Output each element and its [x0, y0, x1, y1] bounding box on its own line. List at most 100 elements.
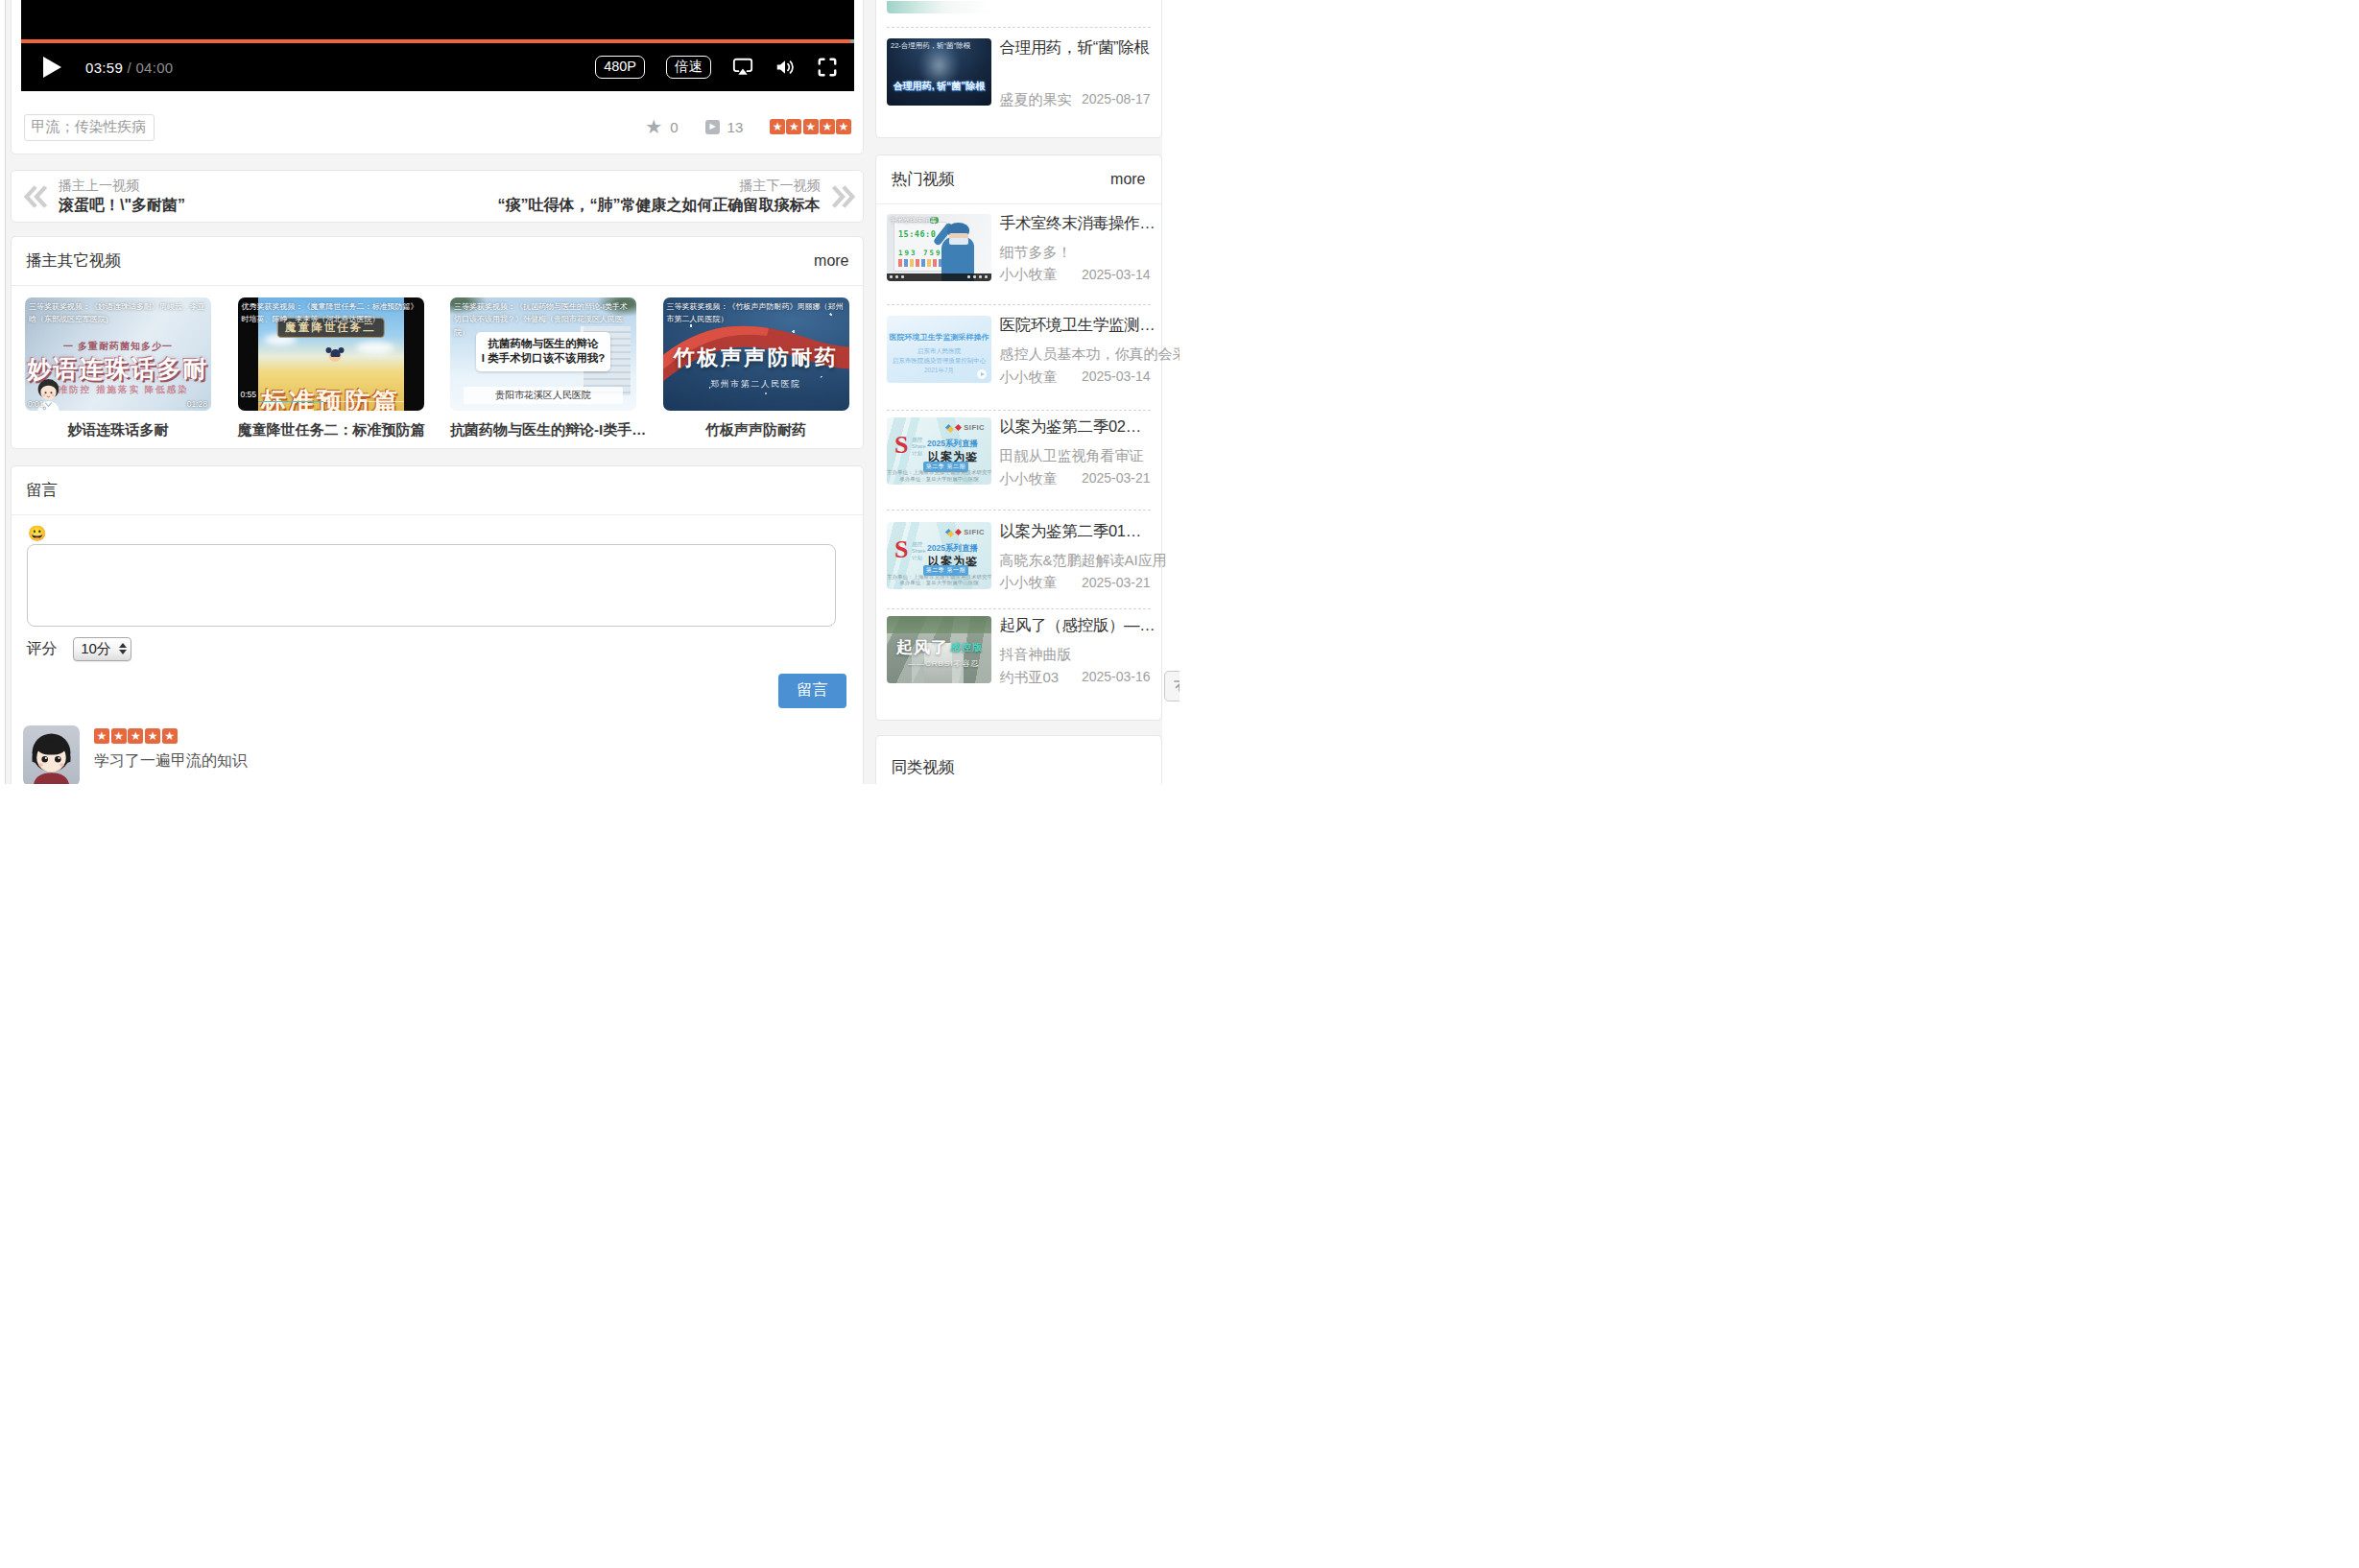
hot-video-title[interactable]: 起风了（感控版）—…	[1000, 615, 1151, 635]
video-tag[interactable]: 甲流；传染性疾病	[24, 114, 155, 141]
thumb-time-end: 01:28	[187, 399, 207, 409]
star-icon: ★	[770, 119, 785, 134]
hot-video-date: 2025-03-14	[1082, 368, 1151, 384]
other-video-thumbnail-3[interactable]: 三等奖获奖视频：《抗菌药物与医生的辩论-I类手术切口该不该用我？》韩健梅（贵阳市…	[450, 297, 636, 412]
prev-video-label: 播主上一视频	[59, 178, 185, 194]
hot-videos-title: 热门视频	[892, 169, 955, 190]
video-rating-stars[interactable]: ★★★★★	[770, 119, 851, 134]
next-arrow-icon	[830, 184, 855, 209]
hot-video-meta: 小小牧童 2025-03-14	[1000, 368, 1151, 387]
thumb-tagline: 一 多重耐药菌知多少一	[25, 340, 211, 353]
hot-video-author[interactable]: 约书亚03	[1000, 669, 1060, 685]
other-video-caption[interactable]: 抗菌药物与医生的辩论-I类手…	[450, 419, 636, 440]
other-videos-more-link[interactable]: more	[814, 252, 848, 270]
sific-logo: SIFIC	[944, 528, 985, 536]
select-arrows-icon	[115, 643, 131, 655]
volume-button[interactable]	[774, 57, 796, 78]
star-icon: ★	[836, 119, 851, 134]
other-video-thumbnail-2[interactable]: 魔童降世任务二 优秀奖获奖视频：《魔童降世任务二：标准预防篇》时培英、陈峥、李李…	[238, 297, 424, 412]
thumb-line3: 2021年7月	[887, 367, 991, 375]
star-icon: ★	[145, 728, 160, 744]
star-icon: ★	[820, 119, 835, 134]
submit-comment-button[interactable]: 留言	[778, 674, 846, 708]
quality-button[interactable]: 480P	[595, 56, 645, 79]
video-display-area[interactable]	[21, 0, 854, 39]
fullscreen-button[interactable]	[817, 57, 838, 78]
thumb-corner-text: 22-合理用药，斩“菌”除根	[891, 41, 970, 51]
other-videos-title: 播主其它视频	[26, 250, 121, 272]
other-videos-list: 三等奖获奖视频：《妙语连珠话多耐》周峻云、李亚晗（东部战区空军医院) 一 多重耐…	[25, 297, 849, 441]
hot-thumbnail-3[interactable]: S 感控Share计划 SIFIC 2025系列直播 以案为鉴 第二季 第二期 …	[887, 417, 991, 485]
other-video-item[interactable]: 三等奖获奖视频：《竹板声声防耐药》周丽娜（郑州市第二人民医院） 竹板声声防耐药 …	[663, 297, 849, 441]
hot-video-title[interactable]: 以案为鉴第二季01…	[1000, 521, 1151, 541]
play-button[interactable]	[41, 56, 62, 79]
other-video-caption[interactable]: 魔童降世任务二：标准预防篇	[238, 419, 424, 440]
speed-button[interactable]: 倍速	[666, 56, 711, 79]
other-video-caption[interactable]: 妙语连珠话多耐	[25, 419, 211, 440]
hot-thumbnail-1[interactable]: 15:46:0 193 759 手术室终末消毒	[887, 214, 991, 281]
hot-video-title[interactable]: 手术室终末消毒操作…	[1000, 213, 1151, 233]
hot-video-meta: 小小牧童 2025-03-21	[1000, 470, 1151, 488]
hot-video-author[interactable]: 小小牧童	[1000, 368, 1058, 385]
other-video-item[interactable]: 三等奖获奖视频：《妙语连珠话多耐》周峻云、李亚晗（东部战区空军医院) 一 多重耐…	[25, 297, 211, 441]
hot-video-author[interactable]: 小小牧童	[1000, 574, 1058, 590]
page-root: 03:59 / 04:00 480P 倍速	[0, 0, 1180, 784]
video-player[interactable]: 03:59 / 04:00 480P 倍速	[21, 0, 854, 91]
comment-input[interactable]	[27, 544, 836, 627]
other-video-caption[interactable]: 竹板声声防耐药	[663, 419, 849, 440]
star-icon: ★	[786, 119, 801, 134]
digital-numbers: 193 759	[898, 249, 942, 257]
hot-video-meta: 小小牧童 2025-03-21	[1000, 574, 1151, 592]
sidebar-video-meta: 盛夏的果实 2025-08-17	[1000, 91, 1151, 109]
prev-video-title[interactable]: 滚蛋吧！\"多耐菌”	[59, 196, 185, 215]
hot-thumbnail-5[interactable]: 起风了 感控版 ——CRBSI零容忍	[887, 616, 991, 683]
sific-logo-text: SIFIC	[964, 528, 985, 536]
favorite-count: 0	[670, 119, 678, 135]
back-to-top-button[interactable]	[1164, 671, 1180, 701]
rating-select[interactable]: 10分	[73, 637, 131, 661]
rating-row: 评分 10分	[27, 637, 131, 661]
favorite-star-icon[interactable]: ★	[645, 117, 662, 136]
views-count: 13	[727, 119, 744, 135]
airplay-button[interactable]	[732, 57, 753, 78]
emoji-picker-button[interactable]: 😀	[28, 526, 46, 541]
sidebar-video-author[interactable]: 盛夏的果实	[1000, 91, 1072, 107]
other-video-thumbnail-4[interactable]: 三等奖获奖视频：《竹板声声防耐药》周丽娜（郑州市第二人民医院） 竹板声声防耐药 …	[663, 297, 849, 412]
thumb-main-title: 合理用药, 斩“菌”除根	[887, 80, 991, 93]
cutoff-thumbnail	[887, 1, 991, 13]
avatar-boy-illustration	[23, 725, 80, 785]
fullscreen-icon	[817, 57, 838, 78]
hot-thumbnail-4[interactable]: S 感控Share计划 SIFIC 2025系列直播 以案为鉴 第二季 第一期 …	[887, 522, 991, 589]
prev-video-link[interactable]: 播主上一视频 滚蛋吧！\"多耐菌”	[24, 178, 195, 215]
dashed-separator	[887, 608, 1151, 609]
other-video-item[interactable]: 魔童降世任务二 优秀奖获奖视频：《魔童降世任务二：标准预防篇》时培英、陈峥、李李…	[238, 297, 424, 441]
volume-icon	[774, 57, 796, 78]
hot-thumbnail-2[interactable]: 医院环境卫生学监测采样操作 启东市人民医院 启东市医院感染管理质量控制中心 20…	[887, 316, 991, 383]
next-video-title[interactable]: “痰”吐得体，“肺”常健康之如何正确留取痰标本	[498, 196, 821, 215]
hot-video-title[interactable]: 以案为鉴第二季02…	[1000, 416, 1151, 437]
hot-video-author[interactable]: 小小牧童	[1000, 266, 1058, 282]
cartoon-character	[329, 349, 342, 362]
video-stats: ★ 0 ▶ 13 ★★★★★	[645, 113, 851, 140]
next-video-link[interactable]: 播主下一视频 “痰”吐得体，“肺”常健康之如何正确留取痰标本	[488, 178, 855, 215]
hot-video-date: 2025-03-16	[1082, 669, 1151, 684]
thumb-overlay-text: 三等奖获奖视频：《竹板声声防耐药》周丽娜（郑州市第二人民医院）	[663, 297, 849, 328]
hot-video-date: 2025-03-14	[1082, 267, 1151, 282]
nurse-mask	[949, 238, 968, 245]
hot-video-author[interactable]: 小小牧童	[1000, 470, 1058, 487]
thumb-main-title: 标准预防篇	[238, 385, 424, 411]
sific-words: 感控Share计划	[912, 437, 926, 457]
other-video-item[interactable]: 三等奖获奖视频：《抗菌药物与医生的辩论-I类手术切口该不该用我？》韩健梅（贵阳市…	[450, 297, 636, 441]
other-video-thumbnail-1[interactable]: 三等奖获奖视频：《妙语连珠话多耐》周峻云、李亚晗（东部战区空军医院) 一 多重耐…	[25, 297, 211, 412]
hot-video-title[interactable]: 医院环境卫生学监测…	[1000, 315, 1151, 335]
comment-text: 学习了一遍甲流的知识	[94, 751, 848, 772]
dashed-separator	[887, 410, 1151, 411]
similar-videos-title: 同类视频	[892, 757, 955, 778]
sidebar-video-date: 2025-08-17	[1082, 91, 1151, 107]
sidebar-thumbnail-medication[interactable]: 22-合理用药，斩“菌”除根 合理用药, 斩“菌”除根	[887, 38, 991, 106]
sidebar-video-title[interactable]: 合理用药，斩“菌”除根	[1000, 37, 1151, 58]
comment-rating-stars: ★★★★★	[94, 728, 848, 744]
dashed-separator	[887, 510, 1151, 511]
hot-videos-more-link[interactable]: more	[1110, 171, 1145, 188]
airplay-icon	[732, 57, 753, 78]
